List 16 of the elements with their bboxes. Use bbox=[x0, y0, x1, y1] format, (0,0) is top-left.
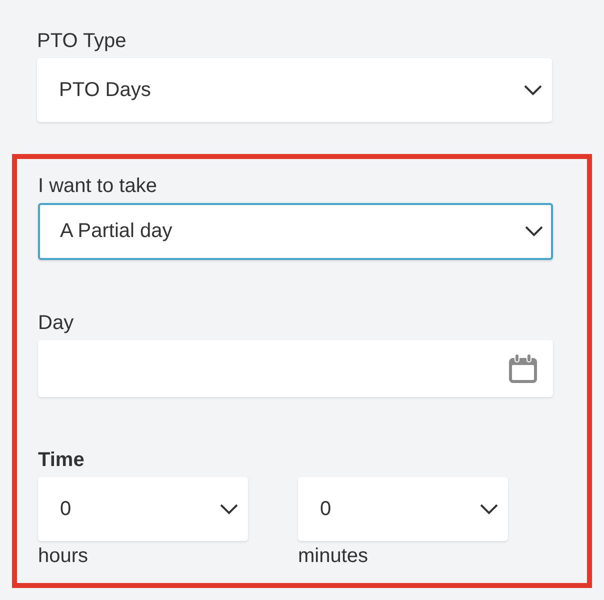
hours-dropdown[interactable]: 0 bbox=[38, 477, 248, 541]
unit-label: minutes bbox=[298, 544, 368, 569]
calendar-icon[interactable] bbox=[507, 352, 539, 384]
leave-amount-dropdown[interactable]: A Partial day bbox=[38, 203, 553, 260]
chevron-down-icon bbox=[480, 504, 498, 514]
unit-label: hours bbox=[38, 544, 88, 569]
field-label: I want to take bbox=[38, 174, 157, 199]
chevron-down-icon bbox=[524, 84, 542, 96]
pto-type-dropdown[interactable]: PTO Days bbox=[37, 58, 552, 122]
chevron-down-icon bbox=[525, 226, 543, 237]
chevron-down-icon bbox=[220, 504, 238, 514]
minutes-dropdown[interactable]: 0 bbox=[298, 477, 508, 541]
field-label: Day bbox=[38, 311, 74, 336]
field-label: PTO Type bbox=[37, 29, 126, 54]
date-field[interactable] bbox=[38, 340, 553, 397]
field-label: Time bbox=[38, 448, 84, 473]
